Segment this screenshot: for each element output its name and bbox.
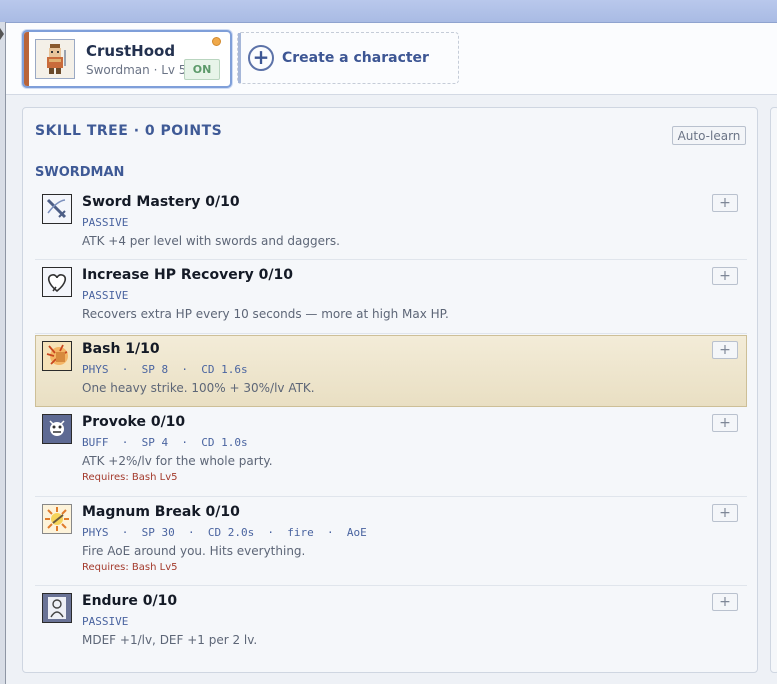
avatar xyxy=(35,39,75,79)
learn-skill-button[interactable]: + xyxy=(712,267,738,285)
skill-meta: PASSIVE xyxy=(82,216,129,229)
character-bar: CrustHood Swordman · Lv 5 ON + Create a … xyxy=(6,23,777,95)
skill-description: MDEF +1/lv, DEF +1 per 2 lv. xyxy=(82,633,258,647)
skill-description: Fire AoE around you. Hits everything. xyxy=(82,544,306,558)
skill-row-provoke[interactable]: Provoke 0/10 BUFF · SP 4 · CD 1.0s ATK +… xyxy=(35,408,747,497)
character-class-level: Swordman · Lv 5 xyxy=(86,63,187,77)
skill-row-endure[interactable]: Endure 0/10 PASSIVE MDEF +1/lv, DEF +1 p… xyxy=(35,587,747,659)
bash-icon xyxy=(42,341,72,371)
learn-skill-button[interactable]: + xyxy=(712,194,738,212)
character-card[interactable]: CrustHood Swordman · Lv 5 ON xyxy=(22,30,232,88)
sword-mastery-icon xyxy=(42,194,72,224)
skill-description: ATK +2%/lv for the whole party. xyxy=(82,454,273,468)
skill-meta: PASSIVE xyxy=(82,615,129,628)
swordman-avatar-icon xyxy=(47,44,66,74)
skill-requirement: Requires: Bash Lv5 xyxy=(82,472,178,483)
create-character-label: Create a character xyxy=(282,50,429,66)
skill-meta: PASSIVE xyxy=(82,289,129,302)
section-title-swordman: SWORDMAN xyxy=(35,165,125,180)
character-name: CrustHood xyxy=(86,42,176,60)
status-badge[interactable]: ON xyxy=(184,59,220,80)
skill-name: Magnum Break 0/10 xyxy=(82,504,240,520)
skill-name: Sword Mastery 0/10 xyxy=(82,194,240,210)
skill-name: Provoke 0/10 xyxy=(82,414,186,430)
skill-row-increase-hp-recovery[interactable]: Increase HP Recovery 0/10 PASSIVE Recove… xyxy=(35,261,747,334)
secondary-panel-edge xyxy=(770,107,777,673)
skill-name: Increase HP Recovery 0/10 xyxy=(82,267,293,283)
provoke-icon xyxy=(42,414,72,444)
plus-circle-icon: + xyxy=(248,45,274,71)
left-scroll-edge[interactable] xyxy=(0,22,6,684)
skill-description: Recovers extra HP every 10 seconds — mor… xyxy=(82,307,449,321)
skill-requirement: Requires: Bash Lv5 xyxy=(82,562,178,573)
chevron-left-icon[interactable] xyxy=(0,28,4,40)
skill-name: Endure 0/10 xyxy=(82,593,178,609)
status-dot-icon xyxy=(212,37,221,46)
skill-meta: BUFF · SP 4 · CD 1.0s xyxy=(82,436,248,449)
skill-name: Bash 1/10 xyxy=(82,341,160,357)
skill-tree-title: SKILL TREE · 0 POINTS xyxy=(35,123,223,139)
endure-icon xyxy=(42,593,72,623)
skill-row-magnum-break[interactable]: Magnum Break 0/10 PHYS · SP 30 · CD 2.0s… xyxy=(35,498,747,586)
learn-skill-button[interactable]: + xyxy=(712,504,738,522)
magnum-break-icon xyxy=(42,504,72,534)
skill-description: ATK +4 per level with swords and daggers… xyxy=(82,234,340,248)
skill-meta: PHYS · SP 30 · CD 2.0s · fire · AoE xyxy=(82,526,367,539)
skill-description: One heavy strike. 100% + 30%/lv ATK. xyxy=(82,381,315,395)
create-character-button[interactable]: + Create a character xyxy=(237,32,459,84)
learn-skill-button[interactable]: + xyxy=(712,593,738,611)
skill-row-bash[interactable]: Bash 1/10 PHYS · SP 8 · CD 1.6s One heav… xyxy=(35,335,747,407)
learn-skill-button[interactable]: + xyxy=(712,341,738,359)
skill-meta: PHYS · SP 8 · CD 1.6s xyxy=(82,363,248,376)
create-accent xyxy=(238,33,241,83)
character-accent xyxy=(24,32,29,86)
skill-tree-panel: SKILL TREE · 0 POINTS Auto-learn SWORDMA… xyxy=(22,107,758,673)
heart-recovery-icon xyxy=(42,267,72,297)
auto-learn-button[interactable]: Auto-learn xyxy=(672,126,746,145)
learn-skill-button[interactable]: + xyxy=(712,414,738,432)
skill-row-sword-mastery[interactable]: Sword Mastery 0/10 PASSIVE ATK +4 per le… xyxy=(35,188,747,260)
top-bar xyxy=(0,0,777,23)
